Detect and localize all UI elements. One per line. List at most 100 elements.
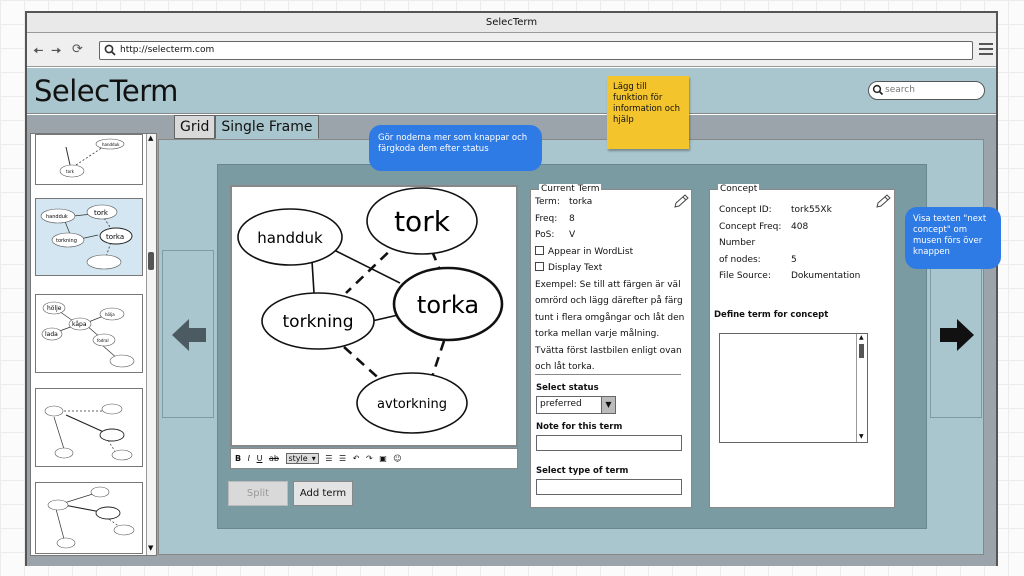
concept-id-label: Concept ID: bbox=[719, 205, 772, 215]
text-editor-toolbar: B I U ab style ▾ ☰ ☰ ↶ ↷ ▣ ☺ bbox=[230, 448, 518, 469]
graph-node[interactable]: tork bbox=[366, 187, 478, 255]
thumbnail-4[interactable] bbox=[35, 388, 143, 467]
arrow-left-icon bbox=[172, 319, 206, 351]
term-frame: handduk tork torkning torka avtorkning B… bbox=[217, 164, 927, 529]
annotation-line: concept" om bbox=[913, 225, 967, 235]
numbered-list-icon[interactable]: ☰ bbox=[339, 454, 346, 463]
file-source-value: Dokumentation bbox=[791, 271, 861, 281]
concept-freq-label: Concept Freq: bbox=[719, 221, 782, 232]
concept-freq-value: 408 bbox=[791, 221, 809, 232]
emoji-icon[interactable]: ☺ bbox=[393, 454, 401, 463]
thumbnail-2-selected[interactable]: handduk tork torkning torka bbox=[35, 198, 143, 276]
graph-edge bbox=[430, 340, 446, 378]
textarea-scrollbar[interactable]: ▲ ▼ bbox=[856, 334, 867, 442]
scroll-down-icon[interactable]: ▼ bbox=[148, 544, 153, 552]
display-text-label: Display Text bbox=[548, 263, 603, 273]
graph-edge bbox=[371, 314, 399, 322]
style-dropdown[interactable]: style ▾ bbox=[285, 453, 319, 464]
graph-node[interactable]: handduk bbox=[237, 208, 343, 266]
annotation-line: knappen bbox=[913, 247, 950, 257]
node-label: handduk bbox=[257, 229, 323, 247]
example-line: Tvätta först lastbilen enligt ovan bbox=[535, 345, 682, 356]
tab-grid[interactable]: Grid bbox=[174, 115, 216, 139]
sticky-line: hjälp bbox=[613, 115, 634, 125]
status-select[interactable]: preferred ▼ bbox=[536, 396, 616, 414]
chevron-down-icon[interactable]: ▼ bbox=[601, 397, 615, 413]
strikethrough-button[interactable]: ab bbox=[269, 454, 279, 463]
thumbnail-diagram: handduk tork torkning torka bbox=[40, 204, 133, 270]
image-icon[interactable]: ▣ bbox=[379, 454, 387, 463]
thumbnail-3[interactable]: hölje kåpa lada hölja fodral bbox=[35, 294, 143, 373]
next-concept-button[interactable] bbox=[930, 250, 982, 418]
graph-node[interactable]: avtorkning bbox=[356, 372, 468, 434]
sticky-line: Lägg till bbox=[613, 82, 647, 92]
node-label: tork bbox=[394, 205, 451, 238]
view-tabs: Grid Single Frame bbox=[174, 115, 319, 139]
menu-icon[interactable] bbox=[979, 43, 993, 55]
reload-icon[interactable]: ⟳ bbox=[72, 42, 83, 57]
thumbnail-1[interactable]: handduk tork bbox=[35, 134, 143, 185]
thumbnail-5[interactable] bbox=[35, 482, 143, 554]
scroll-thumb[interactable] bbox=[148, 252, 154, 270]
prev-concept-button[interactable] bbox=[162, 250, 214, 418]
nodes-label: Number bbox=[719, 238, 756, 248]
term-type-label: Select type of term bbox=[536, 466, 629, 476]
redo-icon[interactable]: ↷ bbox=[366, 454, 373, 463]
thumb-word: hölje bbox=[47, 305, 62, 312]
url-text: http://selecterm.com bbox=[120, 45, 215, 55]
scroll-thumb[interactable] bbox=[859, 344, 864, 358]
scroll-down-icon[interactable]: ▼ bbox=[859, 433, 864, 440]
note-input[interactable] bbox=[536, 435, 682, 451]
example-line: torka mellan varje målning. bbox=[535, 329, 660, 339]
current-term-legend: Current Term bbox=[539, 184, 602, 194]
tab-single-frame[interactable]: Single Frame bbox=[215, 115, 319, 139]
italic-button[interactable]: I bbox=[248, 454, 250, 463]
file-source-label: File Source: bbox=[719, 271, 771, 281]
checkbox-icon[interactable] bbox=[535, 245, 544, 255]
scroll-up-icon[interactable]: ▲ bbox=[859, 334, 864, 341]
content-area: Grid Single Frame handduk tork handduk t… bbox=[27, 115, 996, 566]
appear-wordlist-label: Appear in WordList bbox=[548, 246, 634, 257]
graph-node-selected[interactable]: torka bbox=[392, 266, 504, 342]
select-status-label: Select status bbox=[536, 383, 599, 393]
add-term-button[interactable]: Add term bbox=[293, 481, 353, 506]
checkbox-icon[interactable] bbox=[535, 262, 544, 271]
browser-window: SelecTerm 🠤 🠦 ⟳ http://selecterm.com Sel… bbox=[25, 11, 998, 566]
concept-graph: handduk tork torkning torka avtorkning bbox=[237, 187, 504, 434]
scroll-up-icon[interactable]: ▲ bbox=[148, 134, 153, 142]
bold-button[interactable]: B bbox=[235, 454, 241, 463]
node-label: torkning bbox=[283, 312, 354, 332]
term-type-input[interactable] bbox=[536, 479, 682, 495]
annotation-line: Visa texten "next bbox=[913, 214, 987, 224]
graph-edge bbox=[343, 346, 385, 384]
search-input[interactable]: search bbox=[868, 81, 985, 100]
bullet-list-icon[interactable]: ☰ bbox=[325, 454, 332, 463]
example-line: tunt i flera omgångar och låt den bbox=[535, 312, 685, 323]
concept-legend: Concept bbox=[718, 184, 760, 194]
term-value: torka bbox=[569, 197, 593, 207]
status-value: preferred bbox=[540, 399, 582, 409]
pos-value: V bbox=[569, 230, 576, 240]
example-line: omrörd och lägg därefter på färg bbox=[535, 296, 683, 306]
graph-node[interactable]: torkning bbox=[261, 292, 375, 350]
thumb-word: fodral bbox=[97, 338, 109, 343]
underline-button[interactable]: U bbox=[257, 454, 263, 463]
thumb-word: torka bbox=[106, 233, 124, 241]
url-input[interactable]: http://selecterm.com bbox=[99, 41, 973, 60]
display-text-checkbox[interactable]: Display Text bbox=[535, 260, 689, 277]
thumbnail-scrollbar[interactable]: ▲ ▼ bbox=[146, 134, 156, 555]
annotation-line: musen förs över bbox=[913, 236, 983, 246]
thumb-word: tork bbox=[66, 169, 75, 174]
divider bbox=[535, 374, 681, 375]
split-button[interactable]: Split bbox=[228, 481, 288, 506]
appear-wordlist-checkbox[interactable]: Appear in WordList bbox=[535, 244, 689, 261]
nodes-value: 5 bbox=[791, 254, 797, 265]
graph-edge bbox=[331, 248, 401, 284]
undo-icon[interactable]: ↶ bbox=[353, 454, 360, 463]
define-term-textarea[interactable]: ▲ ▼ bbox=[719, 333, 868, 443]
forward-arrow-icon[interactable]: 🠦 bbox=[51, 42, 62, 64]
sticky-line: information och bbox=[613, 104, 681, 114]
thumb-word: lada bbox=[45, 331, 58, 338]
back-arrow-icon[interactable]: 🠤 bbox=[33, 42, 44, 64]
thumbnail-diagram bbox=[47, 486, 135, 549]
